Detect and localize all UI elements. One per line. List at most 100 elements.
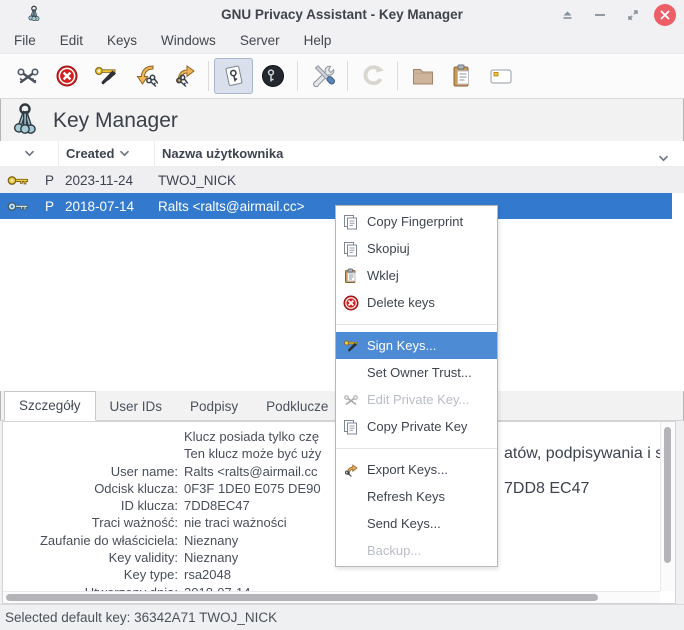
detail-label [3,428,178,445]
detail-label: Zaufanie do właściciela: [3,532,178,549]
column-menu-chevron-icon[interactable] [658,150,669,165]
menu-help[interactable]: Help [292,29,344,53]
tab-user-ids[interactable]: User IDs [96,393,177,420]
context-menu: Copy Fingerprint Skopiuj Wklej Delete ke… [335,205,498,567]
card-manager-button[interactable] [481,58,520,94]
key-user-id: TWOJ_NICK [154,173,684,188]
tab-szczegoly[interactable]: Szczegóły [4,391,96,421]
key-created: 2018-07-14 [58,199,154,214]
username-column-header[interactable]: Nazwa użytkownika [154,141,684,166]
menu-separator [336,440,497,456]
tab-podklucze[interactable]: Podklucze [252,393,342,420]
horizontal-scrollbar-thumb[interactable] [6,594,598,601]
maximize-button[interactable] [621,3,645,27]
export-keys-icon [171,63,197,89]
delete-icon [55,64,79,88]
vertical-scrollbar-thumb[interactable] [664,427,671,563]
titlebar[interactable]: GNU Privacy Assistant - Key Manager [0,0,684,29]
copy-icon [343,214,359,230]
delete-keys-button[interactable] [47,58,86,94]
menu-keys[interactable]: Keys [95,29,149,53]
menu-separator [336,316,497,332]
toolbar-separator [397,61,398,91]
edit-key-icon [15,63,41,89]
detail-label [3,445,178,462]
detail-value: nie traci ważności [184,514,287,531]
maximize-icon [627,9,639,21]
files-button[interactable] [403,58,442,94]
close-icon [660,10,670,20]
menu-windows[interactable]: Windows [149,29,228,53]
menu-item-set-owner-trust[interactable]: Set Owner Trust... [336,359,497,386]
menu-item-backup: Backup... [336,537,497,564]
menu-server[interactable]: Server [228,29,292,53]
statusbar: Selected default key: 36342A71 TWOJ_NICK [0,604,684,630]
detail-value: 0F3F 1DE0 E075 DE90 [184,480,321,497]
delete-icon [343,295,359,311]
menu-file[interactable]: File [2,29,48,53]
horizontal-scrollbar[interactable] [3,591,660,603]
import-keys-icon [132,63,158,89]
import-keys-button[interactable] [125,58,164,94]
key-list-header: Created Nazwa użytkownika [0,141,684,167]
toolbar-separator [208,61,209,91]
menu-item-wklej[interactable]: Wklej [336,262,497,289]
menu-item-send-keys[interactable]: Send Keys... [336,510,497,537]
menu-item-refresh-keys[interactable]: Refresh Keys [336,483,497,510]
shade-icon [561,10,574,20]
sort-chevron-icon [119,150,130,157]
export-keys-button[interactable] [164,58,203,94]
shade-button[interactable] [555,3,579,27]
minimize-icon [594,13,606,17]
menubar: File Edit Keys Windows Server Help [0,29,684,53]
menu-item-sign-keys[interactable]: Sign Keys... [336,332,497,359]
menu-item-edit-private-key: Edit Private Key... [336,386,497,413]
detail-value: Nieznany [184,532,238,549]
page-title: Key Manager [53,109,178,133]
detail-value: 2018-07-14 [184,584,251,591]
toolbar [0,53,684,99]
menu-item-skopiuj[interactable]: Skopiuj [336,235,497,262]
detail-value: Klucz posiada tylko czę [184,428,319,445]
detail-value-continuation: atów, podpisywania i szy [504,445,660,462]
key-row[interactable]: P 2023-11-24 TWOJ_NICK [0,167,684,193]
menu-item-delete-keys[interactable]: Delete keys [336,289,497,316]
refresh-icon [360,63,386,89]
detail-label: ID klucza: [3,497,178,514]
vertical-scrollbar[interactable] [660,422,675,591]
detail-label: Key validity: [3,549,178,566]
tab-podpisy[interactable]: Podpisy [176,393,252,420]
clipboard-button[interactable] [442,58,481,94]
keys-bunch-icon [10,102,40,140]
detailed-view-icon [260,63,286,89]
detailed-view-button[interactable] [253,58,292,94]
menu-edit[interactable]: Edit [48,29,95,53]
expander-column-header[interactable] [0,150,58,157]
sign-keys-button[interactable] [86,58,125,94]
brief-view-button[interactable] [214,58,253,94]
card-manager-icon [488,63,514,89]
menu-item-copy-private-key[interactable]: Copy Private Key [336,413,497,440]
detail-value: Nieznany [184,549,238,566]
detail-label: Key type: [3,566,178,583]
detail-value: Ten klucz może być uży [184,445,321,462]
menu-item-copy-fingerprint[interactable]: Copy Fingerprint [336,208,497,235]
created-column-header[interactable]: Created [58,141,154,166]
close-button[interactable] [654,4,676,26]
clipboard-icon [449,63,475,89]
paste-icon [343,268,359,284]
preferences-button[interactable] [303,58,342,94]
edit-key-icon [343,392,359,408]
copy-icon [343,419,359,435]
minimize-button[interactable] [588,3,612,27]
refresh-button[interactable] [353,58,392,94]
status-text: Selected default key: 36342A71 TWOJ_NICK [5,610,277,625]
detail-label: Traci ważność: [3,514,178,531]
toolbar-separator [347,61,348,91]
edit-key-button[interactable] [8,58,47,94]
sign-icon [93,63,119,89]
silver-key-icon [7,201,29,212]
detail-value-continuation: 7DD8 EC47 [504,480,589,497]
menu-item-export-keys[interactable]: Export Keys... [336,456,497,483]
preferences-icon [310,63,336,89]
